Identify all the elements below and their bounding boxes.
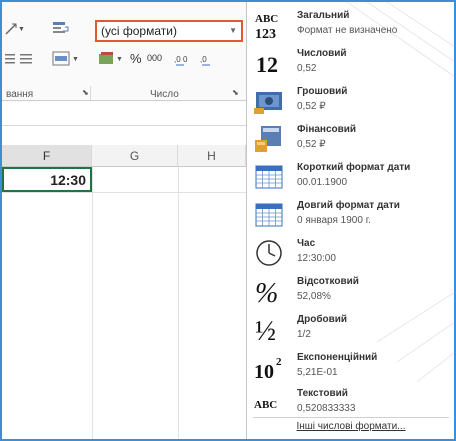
format-sample: 0,52 ₽ [297, 139, 326, 150]
merge-cells-icon [52, 51, 70, 66]
number-format-value: (усі формати) [101, 24, 177, 38]
ribbon-divider [2, 100, 246, 101]
calendar-icon [253, 162, 285, 192]
svg-text:,0: ,0 [200, 55, 207, 64]
wrap-text-icon [53, 22, 69, 33]
indent-icon [5, 54, 32, 64]
format-item-currency[interactable]: Грошовий 0,52 ₽ [247, 84, 455, 118]
chevron-down-icon[interactable]: ▼ [229, 26, 237, 35]
percent-icon: % [253, 276, 285, 306]
format-title: Короткий формат дати [297, 162, 411, 173]
svg-text:ABC: ABC [254, 399, 277, 411]
column-header-g[interactable]: G [92, 145, 178, 167]
orientation-button[interactable]: ▼ [4, 22, 25, 36]
spreadsheet-grid[interactable]: F G H 12:30 [2, 145, 246, 439]
format-title: Фінансовий [297, 124, 357, 135]
formula-bar-area [2, 104, 246, 126]
currency-icon [253, 86, 285, 116]
grid-line [2, 192, 246, 193]
number-12-icon: 12 [253, 48, 285, 78]
sheet-gap [2, 128, 246, 145]
group-divider [90, 86, 91, 100]
svg-text:10: 10 [254, 361, 274, 382]
format-sample: 0,52 ₽ [297, 101, 326, 112]
chevron-down-icon: ▼ [116, 55, 123, 63]
svg-text:½: ½ [255, 316, 276, 344]
column-header-h[interactable]: H [178, 145, 246, 167]
format-title: Дробовий [297, 314, 348, 325]
merge-center-button[interactable]: ▼ [52, 51, 79, 67]
svg-text:ABC: ABC [255, 13, 278, 25]
format-sample: 12:30:00 [297, 253, 336, 264]
format-title: Експоненційний [297, 352, 378, 363]
abc-text-icon: ABC [253, 388, 285, 418]
format-title: Грошовий [297, 86, 348, 97]
ribbon: ▼ ▼ ▼ % 000 ,0 0 ,0 (усі формати) ▼ ванн… [2, 2, 246, 102]
svg-text:123: 123 [255, 27, 276, 40]
svg-text:%: % [255, 278, 278, 306]
format-item-fraction[interactable]: ½ Дробовий 1/2 [247, 312, 455, 346]
format-sample: Формат не визначено [297, 25, 398, 36]
number-dialog-launcher-icon[interactable]: ⬊ [232, 88, 239, 97]
format-sample: 00.01.1900 [297, 177, 348, 188]
increase-decimal-icon: ,0 0 [174, 55, 188, 66]
format-sample: 0,52 [297, 63, 317, 74]
format-title: Загальний [297, 10, 350, 21]
format-item-accounting[interactable]: Фінансовий 0,52 ₽ [247, 122, 455, 156]
chevron-down-icon: ▼ [18, 25, 25, 33]
format-sample: 1/2 [297, 329, 311, 340]
format-item-long-date[interactable]: Довгий формат дати 0 января 1900 г. [247, 198, 455, 232]
format-item-time[interactable]: Час 12:30:00 [247, 236, 455, 270]
format-item-scientific[interactable]: 10 2 Експоненційний 5,21E-01 [247, 350, 455, 384]
format-item-percent[interactable]: % Відсотковий 52,08% [247, 274, 455, 308]
calendar-icon [253, 200, 285, 230]
number-group-label: Число [150, 89, 179, 100]
number-format-dropdown: ABC 123 Загальний Формат не визначено 12… [246, 2, 455, 439]
number-format-combo[interactable]: (усі формати) ▼ [95, 20, 243, 42]
format-title: Час [297, 238, 316, 249]
percent-style-button[interactable]: % [130, 51, 142, 66]
decrease-decimal-icon: ,0 [200, 55, 210, 66]
abc-123-icon: ABC 123 [253, 10, 285, 40]
svg-text:0: 0 [183, 55, 188, 64]
format-item-text[interactable]: ABC Текстовий 0,520833333 [247, 386, 455, 420]
active-cell-f[interactable]: 12:30 [2, 167, 92, 192]
format-item-general[interactable]: ABC 123 Загальний Формат не визначено [247, 8, 455, 42]
decrease-decimal-button[interactable]: ,0 [200, 51, 220, 67]
more-number-formats-link[interactable]: Інші числові формати... [253, 417, 449, 435]
format-title: Числовий [297, 48, 347, 59]
wrap-text-button[interactable] [52, 21, 70, 37]
grid-line [92, 167, 93, 439]
format-title: Відсотковий [297, 276, 359, 287]
column-header-f[interactable]: F [2, 145, 92, 167]
comma-style-label: 000 [147, 53, 163, 63]
format-sample: 5,21E-01 [297, 367, 338, 378]
alignment-group-label: вання [6, 89, 34, 100]
accounting-format-button[interactable]: ▼ [98, 51, 123, 67]
more-number-formats-label: Інші числові формати... [296, 421, 406, 432]
svg-text:12: 12 [256, 52, 278, 77]
orientation-icon [5, 23, 17, 35]
grid-line [178, 167, 179, 439]
alignment-dialog-launcher-icon[interactable]: ⬊ [82, 88, 89, 97]
format-sample: 0 января 1900 г. [297, 215, 371, 226]
format-sample: 52,08% [297, 291, 331, 302]
accounting-icon [253, 124, 285, 154]
format-title: Довгий формат дати [297, 200, 400, 211]
format-item-short-date[interactable]: Короткий формат дати 00.01.1900 [247, 160, 455, 194]
currency-icon [99, 52, 113, 64]
chevron-down-icon: ▼ [72, 55, 79, 63]
exponent-icon: 10 2 [253, 352, 285, 382]
clock-icon [253, 238, 285, 268]
comma-style-button[interactable]: 000 [147, 53, 162, 63]
format-item-number[interactable]: 12 Числовий 0,52 [247, 46, 455, 80]
format-sample: 0,520833333 [297, 403, 356, 414]
svg-text:2: 2 [276, 356, 282, 368]
increase-decimal-button[interactable]: ,0 0 [174, 51, 194, 67]
format-title: Текстовий [297, 388, 348, 399]
svg-text:,0: ,0 [174, 55, 181, 64]
fraction-icon: ½ [253, 314, 285, 344]
percent-style-label: % [130, 51, 142, 66]
indent-buttons[interactable] [4, 52, 42, 66]
